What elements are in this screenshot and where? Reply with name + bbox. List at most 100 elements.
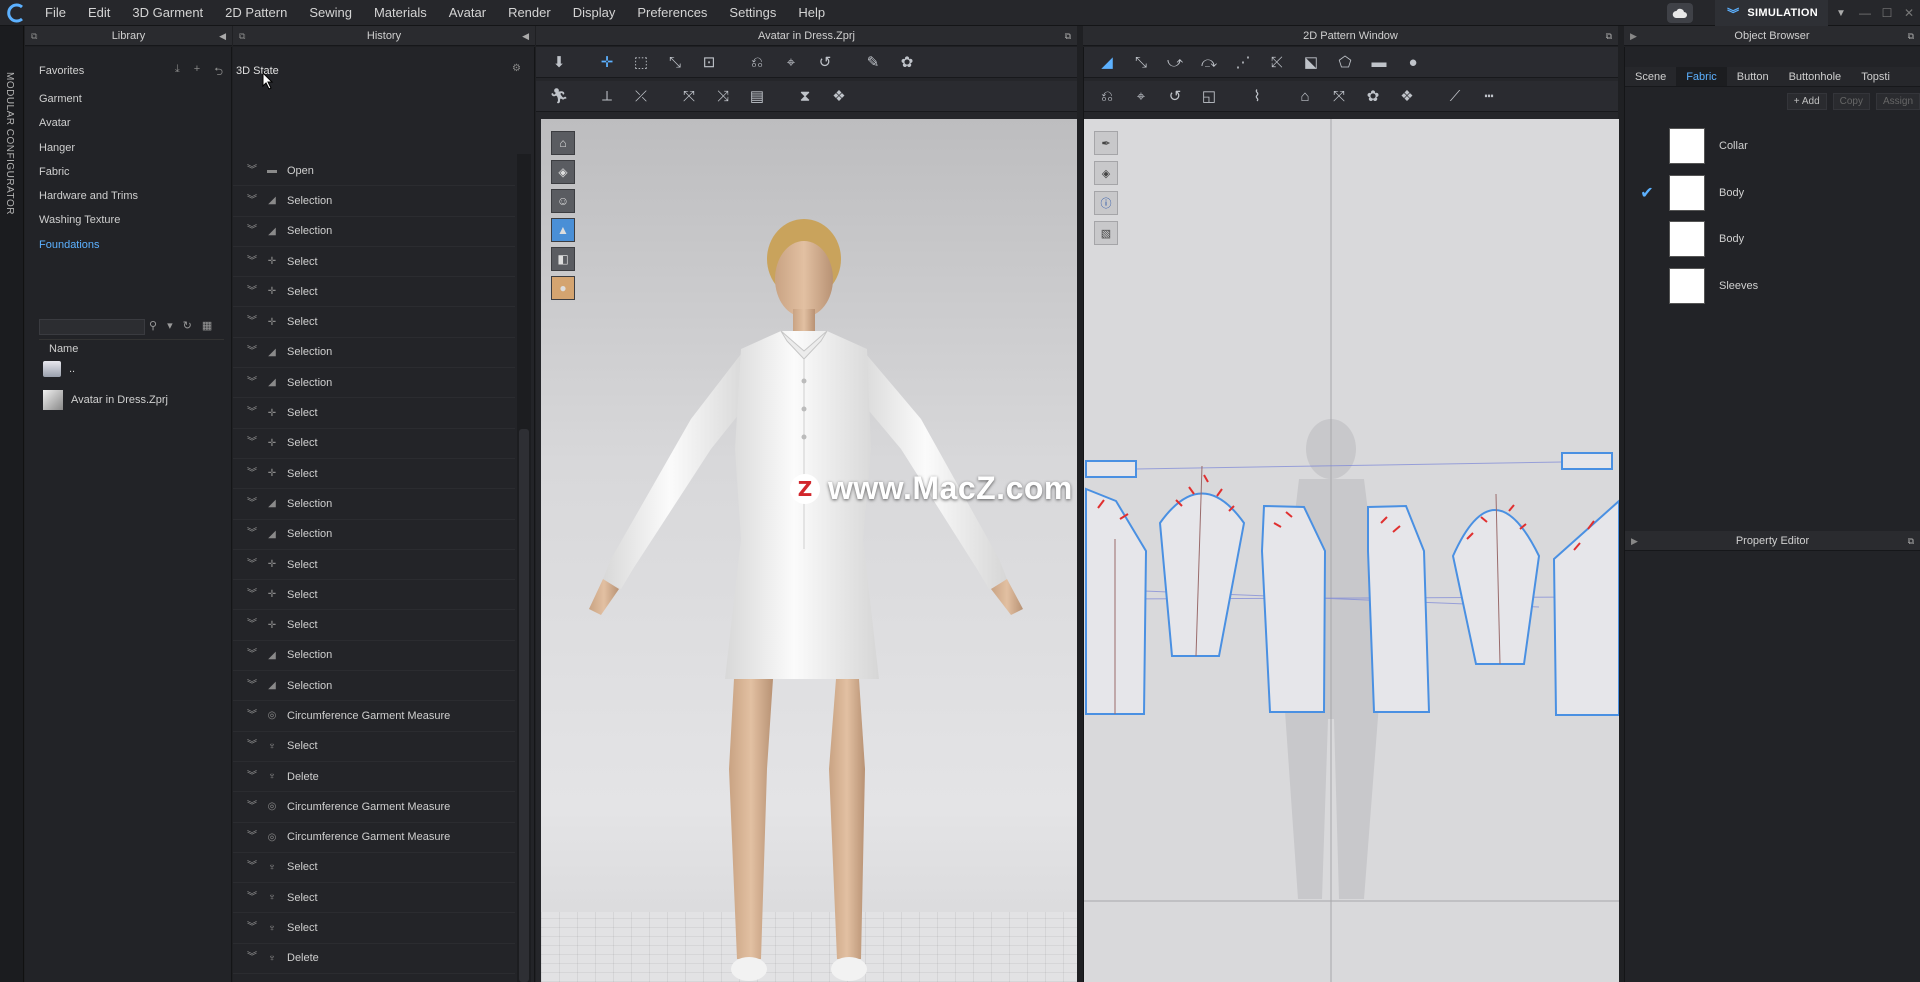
cloud-icon[interactable] [1667,3,1694,23]
history-entry[interactable]: ︾ ◎ Circumference Garment Measure [233,823,515,853]
fold-arrange-icon[interactable]: ↺ [810,50,840,74]
history-entry[interactable]: ︾ ✛ Select [233,550,515,581]
steam-icon[interactable]: ✿ [892,50,922,74]
avatar-pose-icon[interactable]: 🏃︎ [544,84,574,108]
mode-dropdown-icon[interactable]: ▼ [1828,8,1854,19]
menu-file[interactable]: File [34,0,77,26]
fold-pattern-icon[interactable]: ⌇ [1242,84,1272,108]
history-entry[interactable]: ︾ ◎ Circumference Garment Measure [233,701,515,732]
menu-preferences[interactable]: Preferences [626,0,718,26]
undock-icon[interactable]: ⧉ [1908,531,1914,551]
measure-icon[interactable]: ⟂ [592,84,622,108]
history-entry[interactable]: ︾ ◢ Selection [233,368,515,399]
history-entry[interactable]: ︾ ♆ Select [233,913,515,944]
tack-icon[interactable]: ⎌ [742,50,772,74]
menu-edit[interactable]: Edit [77,0,121,26]
topstitch-icon[interactable]: ⟋ [1440,84,1470,108]
circle-icon[interactable]: ● [1398,50,1428,74]
trim-icon[interactable]: ❖ [824,84,854,108]
library-item-hanger[interactable]: Hanger [39,136,138,160]
expand-arrow-icon[interactable]: ▶ [1630,26,1637,46]
display-thickness-icon[interactable]: ✒ [1094,131,1118,155]
menu-settings[interactable]: Settings [718,0,787,26]
display-skin-icon[interactable]: ● [551,276,575,300]
menu-2d-pattern[interactable]: 2D Pattern [214,0,298,26]
menu-avatar[interactable]: Avatar [438,0,497,26]
expand-arrow-icon[interactable]: ▶ [1631,531,1638,551]
back-icon[interactable]: ⮌ [214,63,223,82]
line-icon[interactable]: ┅ [1474,84,1504,108]
modular-configurator-strip[interactable]: MODULAR CONFIGURATOR [0,26,24,982]
history-entry[interactable]: ︾ ◢ Selection [233,338,515,369]
select-box-icon[interactable]: ⬚ [626,50,656,74]
3d-viewport[interactable]: ⌂ ◈ ☺ ▲ ◧ ● [541,119,1077,982]
history-entry[interactable]: ︾ ◎ Circumference Garment Measure [233,792,515,823]
history-entry[interactable]: ︾ ◢ Selection [233,671,515,702]
zip-icon[interactable]: ⧗ [790,84,820,108]
history-entry[interactable]: ︾ ✛ Select [233,610,515,641]
history-entry[interactable]: ︾ ✛ Select [233,277,515,308]
maximize-window-icon[interactable]: ⧉ [1606,26,1612,46]
simulation-mode-button[interactable]: ︾ SIMULATION [1715,0,1828,26]
seam-icon[interactable]: ⎌ [1092,84,1122,108]
search-icon[interactable]: ⚲ [149,319,157,332]
filter-dropdown-icon[interactable]: ▾ [167,319,173,332]
tape-icon[interactable]: ⤨ [708,84,738,108]
check-sewing-icon[interactable]: ◱ [1194,84,1224,108]
display-avatar-icon[interactable]: ⌂ [551,131,575,155]
tab-button[interactable]: Button [1727,67,1779,86]
info-icon[interactable]: ⓘ [1094,191,1118,215]
menu-sewing[interactable]: Sewing [298,0,363,26]
history-entry[interactable]: ︾ ✛ Select [233,307,515,338]
history-settings-icon[interactable]: ⚙ [512,63,526,74]
pin-icon[interactable]: ⌖ [776,50,806,74]
minimize-icon[interactable]: — [1854,6,1876,20]
history-entry[interactable]: ︾ ♆ Delete [233,944,515,975]
add-icon[interactable]: + [194,63,200,82]
button-tool-icon[interactable]: ✿ [1358,84,1388,108]
menu-display[interactable]: Display [562,0,627,26]
display-garment-icon[interactable]: ◈ [551,160,575,184]
fabric-item[interactable]: ✔ Body [1625,170,1920,217]
edit-curve-point-icon[interactable]: ⤼ [1194,50,1224,74]
maximize-icon[interactable]: ☐ [1876,6,1898,20]
menu-render[interactable]: Render [497,0,562,26]
history-entry[interactable]: ︾ ✛ Select [233,580,515,611]
close-icon[interactable]: ✕ [1898,6,1920,20]
download-icon[interactable]: ⤓ [175,63,180,82]
display-camera-icon[interactable]: ◧ [551,247,575,271]
undock-icon[interactable]: ⧉ [1908,26,1914,46]
menu-materials[interactable]: Materials [363,0,438,26]
display-person-icon[interactable]: ☺ [551,189,575,213]
library-item-foundations[interactable]: Foundations [39,233,138,257]
history-entry[interactable]: ︾ ♆ Select [233,732,515,762]
history-entry[interactable]: ︾ ◢ Selection [233,641,515,672]
pen-icon[interactable]: ✎ [858,50,888,74]
assign-button[interactable]: Assign [1875,93,1920,110]
maximize-window-icon[interactable]: ⧉ [1065,26,1071,46]
move-down-icon[interactable]: ⬇ [544,50,574,74]
tab-scene[interactable]: Scene [1625,67,1676,86]
display-layer-icon[interactable]: ▧ [1094,221,1118,245]
parent-folder-item[interactable]: .. [43,361,75,377]
refresh-icon[interactable]: ↻ [183,319,192,332]
tab-fabric[interactable]: Fabric [1676,67,1727,86]
edit-pattern-icon[interactable]: ◢ [1092,50,1122,74]
scrollbar-thumb[interactable] [519,429,529,982]
library-item-avatar[interactable]: Avatar [39,111,138,135]
history-entry[interactable]: ︾ ▬ Open [233,156,515,187]
transform-pattern-icon[interactable]: ⤡ [1126,50,1156,74]
add-point-icon[interactable]: ⋰ [1228,50,1258,74]
menu-help[interactable]: Help [787,0,836,26]
resize-icon[interactable]: ⤡ [660,50,690,74]
column-header-name[interactable]: Name [39,339,224,355]
history-entry[interactable]: ︾ ♆ Select [233,883,515,914]
undock-icon[interactable]: ⧉ [239,26,245,46]
rectangle-cut-icon[interactable]: ⬕ [1296,50,1326,74]
fabric-item[interactable]: Collar [1625,123,1920,170]
undock-icon[interactable]: ⧉ [31,26,37,46]
collapse-arrow-icon[interactable]: ◀ [219,26,226,46]
favorites-label[interactable]: Favorites [39,65,84,77]
menu-3d-garment[interactable]: 3D Garment [121,0,214,26]
tab-topsti[interactable]: Topsti [1851,67,1900,86]
